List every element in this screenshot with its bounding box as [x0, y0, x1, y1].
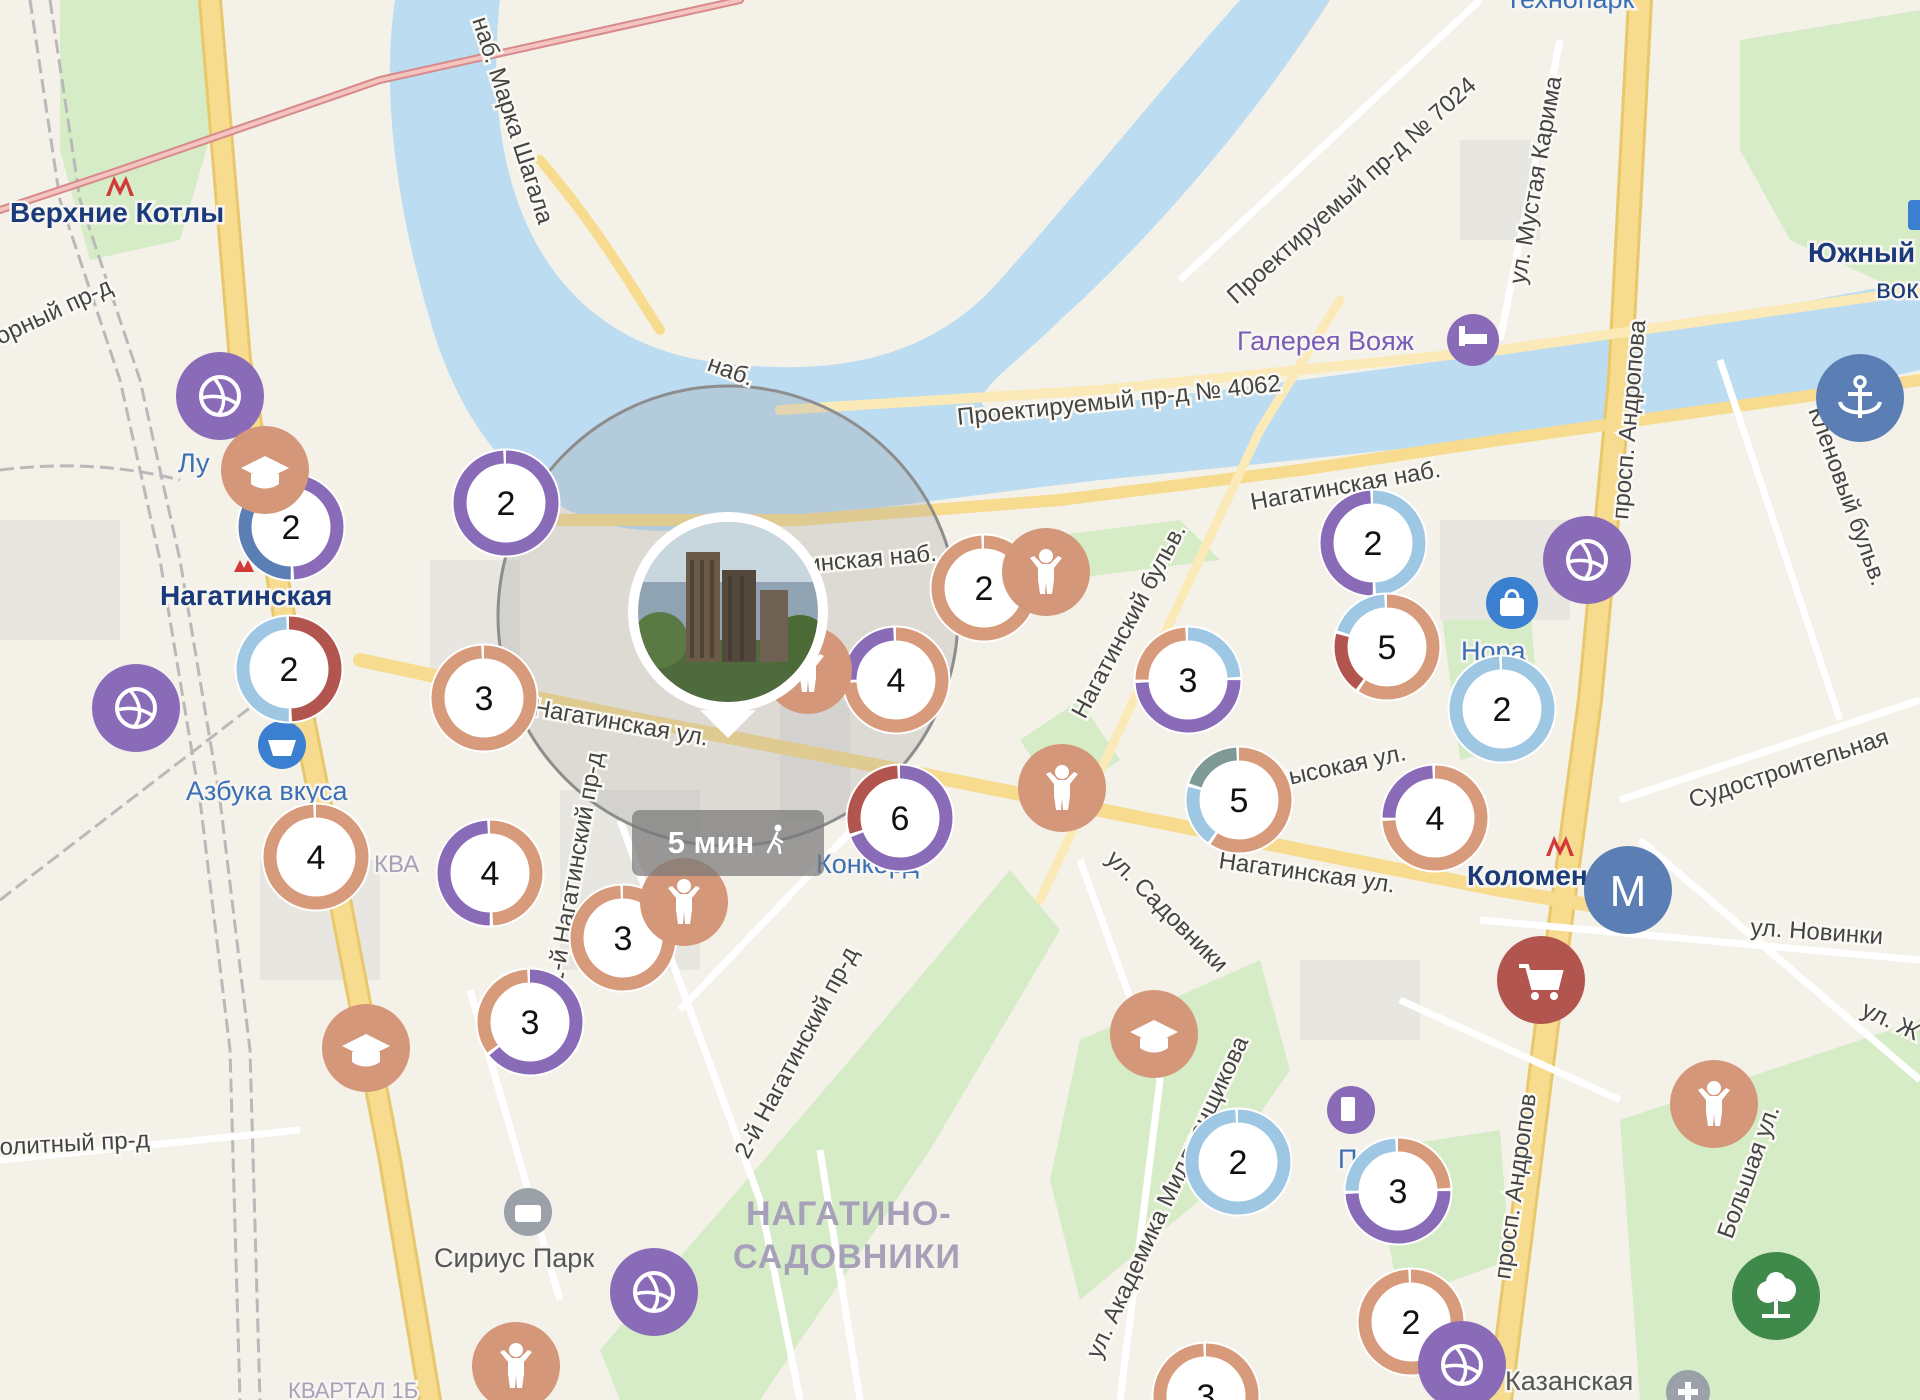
- tree-icon[interactable]: [1732, 1252, 1820, 1340]
- cluster-count: 5: [1230, 782, 1249, 820]
- cluster-count: 3: [475, 680, 494, 718]
- label-metro-nagatinskaya: Нагатинская: [160, 580, 332, 611]
- label-yuzhny-a: Южный: [1808, 237, 1915, 268]
- label-lu: Лу: [178, 448, 210, 478]
- volleyball-icon[interactable]: [1543, 516, 1631, 604]
- shopping-bag-icon: [1486, 577, 1538, 629]
- cluster-marker[interactable]: 2: [451, 448, 561, 558]
- cluster-marker[interactable]: 2: [234, 614, 344, 724]
- cluster-count: 2: [497, 485, 516, 523]
- basket-icon: [258, 721, 306, 769]
- cluster-count: 4: [307, 839, 326, 877]
- hotel-icon: [1447, 314, 1499, 366]
- cluster-count: 2: [1364, 525, 1383, 563]
- cluster-count: 2: [282, 509, 301, 547]
- cluster-marker[interactable]: 2: [1183, 1107, 1293, 1217]
- cluster-marker[interactable]: 3: [1343, 1136, 1453, 1246]
- graduation-cap-icon[interactable]: [221, 426, 309, 514]
- cluster-marker[interactable]: 4: [841, 625, 951, 735]
- cluster-count: 3: [1179, 662, 1198, 700]
- graduation-cap-icon[interactable]: [1110, 990, 1198, 1078]
- child-icon[interactable]: [1670, 1060, 1758, 1148]
- cluster-count: 2: [1402, 1304, 1421, 1342]
- volleyball-icon[interactable]: [92, 664, 180, 752]
- cluster-count: 6: [891, 800, 910, 838]
- label-kazanskaya: Казанская: [1505, 1366, 1633, 1396]
- cluster-marker[interactable]: 3: [429, 643, 539, 753]
- cluster-count: 4: [481, 855, 500, 893]
- label-metro-verkhnie-kotly: Верхние Котлы: [10, 197, 224, 228]
- label-azbuka-vkusa: Азбука вкуса: [186, 776, 349, 806]
- label-metro-kolomenskaya: Коломен: [1467, 860, 1588, 891]
- cluster-marker[interactable]: 5: [1184, 745, 1294, 855]
- cluster-marker[interactable]: 3: [475, 967, 585, 1077]
- graduation-cap-icon[interactable]: [322, 1004, 410, 1092]
- metro-icon[interactable]: M: [1584, 846, 1672, 934]
- cluster-count: 2: [280, 651, 299, 689]
- cluster-marker[interactable]: 2: [1447, 654, 1557, 764]
- label-sirius-park: Сириус Парк: [434, 1243, 594, 1273]
- cluster-marker[interactable]: 3: [1133, 625, 1243, 735]
- fuel-station-icon: [1327, 1086, 1375, 1134]
- cluster-count: 4: [887, 662, 906, 700]
- cluster-count: 3: [1389, 1173, 1408, 1211]
- cluster-marker[interactable]: 4: [261, 802, 371, 912]
- cluster-marker[interactable]: 4: [435, 818, 545, 928]
- cluster-count: 3: [1197, 1378, 1216, 1400]
- cluster-count: 2: [975, 570, 994, 608]
- child-icon[interactable]: [1018, 744, 1106, 832]
- cluster-count: 4: [1426, 800, 1445, 838]
- cluster-count: 3: [521, 1004, 540, 1042]
- briefcase-icon: [504, 1188, 552, 1236]
- label-galereya-voyazh: Галерея Вояж: [1237, 326, 1414, 356]
- district-label-line1: НАГАТИНО-: [746, 1195, 952, 1233]
- cluster-marker[interactable]: 4: [1380, 763, 1490, 873]
- volleyball-icon[interactable]: [610, 1248, 698, 1336]
- svg-text:M: M: [1610, 867, 1647, 916]
- label-kva: КВА: [374, 851, 419, 878]
- cluster-marker[interactable]: 6: [845, 763, 955, 873]
- cluster-count: 2: [1229, 1144, 1248, 1182]
- label-kvartal-1b: КВАРТАЛ 1Б: [288, 1378, 418, 1400]
- anchor-icon[interactable]: [1816, 354, 1904, 442]
- cluster-marker[interactable]: 5: [1332, 592, 1442, 702]
- walking-time-text: 5 мин: [667, 825, 755, 860]
- cluster-count: 2: [1493, 691, 1512, 729]
- shopping-cart-icon[interactable]: [1497, 936, 1585, 1024]
- district-label-line2: САДОВНИКИ: [733, 1238, 961, 1276]
- cluster-count: 3: [614, 920, 633, 958]
- child-icon[interactable]: [1002, 528, 1090, 616]
- label-yuzhny-b: вок: [1876, 273, 1919, 304]
- walking-person-icon: [764, 824, 788, 862]
- map-canvas[interactable]: наб. Марка Шагала Проектируемый пр-д № 7…: [0, 0, 1920, 1400]
- cluster-marker[interactable]: 2: [1318, 488, 1428, 598]
- walking-time-badge: 5 мин: [632, 810, 824, 876]
- volleyball-icon[interactable]: [176, 352, 264, 440]
- railway-station-icon: [1908, 200, 1920, 230]
- label-technopark: Технопарк: [1505, 0, 1634, 14]
- cluster-count: 5: [1378, 629, 1397, 667]
